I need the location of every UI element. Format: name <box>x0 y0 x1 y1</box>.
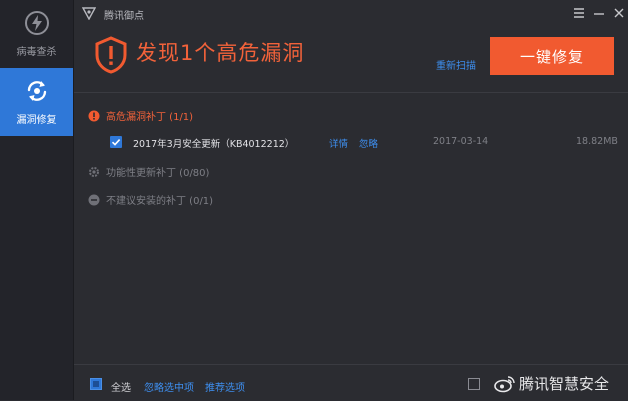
one-click-fix-button[interactable]: 一键修复 <box>490 37 614 75</box>
group-label: 高危漏洞补丁 (1/1) <box>106 112 194 123</box>
watermark-text: 腾讯智慧安全 <box>519 375 610 393</box>
divider <box>74 92 628 93</box>
patch-date: 2017-03-14 <box>433 136 489 147</box>
gear-icon <box>89 166 99 177</box>
checkbox-fill <box>93 381 99 387</box>
refresh-repair-icon <box>27 81 46 101</box>
select-all-label[interactable]: 全选 <box>111 379 131 394</box>
footer-option-checkbox[interactable] <box>468 378 480 390</box>
group-label: 功能性更新补丁 (0/80) <box>106 168 210 179</box>
sidebar-item-vulnerability-repair[interactable]: 漏洞修复 <box>0 68 73 136</box>
patch-size: 18.82MB <box>576 136 618 147</box>
close-icon[interactable] <box>611 5 627 21</box>
menu-icon[interactable] <box>571 5 587 21</box>
ignore-selected-link[interactable]: 忽略选中项 <box>144 379 194 394</box>
patch-name: 2017年3月安全更新（KB4012212） <box>133 139 295 150</box>
patch-checkbox[interactable] <box>110 136 122 148</box>
main-panel: 腾讯御点 发现1个高危漏洞 重新扫描 一键修复 高危漏洞补丁 (1/1) 201… <box>74 0 628 400</box>
select-all-checkbox[interactable] <box>90 378 102 390</box>
rescan-link[interactable]: 重新扫描 <box>436 57 476 72</box>
warning-shield-icon <box>95 36 127 74</box>
group-high-risk[interactable]: 高危漏洞补丁 (1/1) <box>88 108 193 123</box>
group-not-recommended[interactable]: 不建议安装的补丁 (0/1) <box>88 192 213 207</box>
minus-circle-icon <box>88 194 100 205</box>
patch-details-link[interactable]: 详情 <box>329 136 348 150</box>
sidebar: 病毒查杀 漏洞修复 <box>0 0 74 400</box>
title-bar: 腾讯御点 <box>74 0 628 28</box>
warning-circle-icon <box>88 110 100 121</box>
scan-result-header: 发现1个高危漏洞 重新扫描 一键修复 <box>74 28 628 90</box>
check-icon <box>111 139 121 146</box>
group-label: 不建议安装的补丁 (0/1) <box>106 196 214 207</box>
patch-ignore-link[interactable]: 忽略 <box>359 136 378 150</box>
minimize-icon[interactable] <box>591 5 607 21</box>
weibo-logo-icon <box>494 375 515 392</box>
table-row: 2017年3月安全更新（KB4012212） 详情 忽略 2017-03-14 … <box>110 135 618 151</box>
sidebar-item-label: 漏洞修复 <box>16 115 57 126</box>
lightning-shield-icon <box>24 11 49 35</box>
sidebar-item-label: 病毒查杀 <box>16 47 57 58</box>
watermark: 腾讯智慧安全 <box>494 373 609 394</box>
app-title: 腾讯御点 <box>104 11 144 22</box>
page-title: 发现1个高危漏洞 <box>136 41 305 65</box>
sidebar-item-virus-scan[interactable]: 病毒查杀 <box>0 0 73 68</box>
group-feature-updates[interactable]: 功能性更新补丁 (0/80) <box>88 164 209 179</box>
app-logo-icon <box>82 7 96 20</box>
footer-bar: 全选 忽略选中项 推荐选项 腾讯智慧安全 <box>74 364 628 401</box>
recommended-options-link[interactable]: 推荐选项 <box>205 379 245 394</box>
